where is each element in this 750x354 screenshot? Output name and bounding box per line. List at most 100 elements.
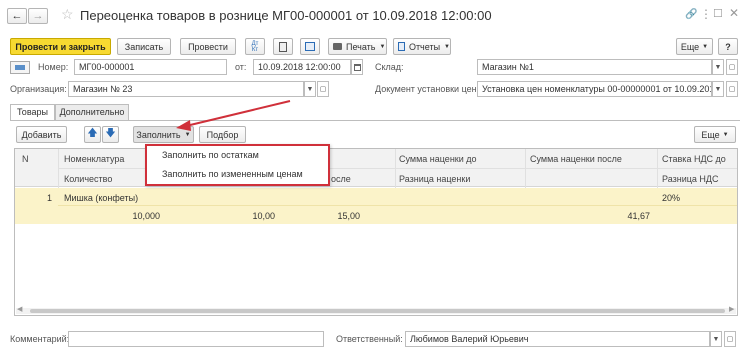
calendar-button[interactable] [351, 59, 363, 75]
row-divider [58, 205, 737, 206]
structure-icon [305, 42, 315, 51]
row-quantity[interactable]: 10,000 [100, 211, 160, 221]
dt-kt-icon: Дт Кт [251, 40, 259, 53]
more-vertical-icon[interactable]: ⋮ [700, 7, 712, 21]
arrow-right-icon: → [32, 10, 44, 22]
org-open-button[interactable]: ▢ [317, 81, 329, 97]
chevron-down-icon: ▼ [379, 43, 386, 50]
move-down-button[interactable]: 🡇 [102, 126, 119, 143]
comment-label: Комментарий: [10, 334, 70, 344]
org-field[interactable]: Магазин № 23 [68, 81, 304, 97]
column-header-markup-diff[interactable]: Разница наценки [399, 174, 470, 184]
responsible-dropdown-button[interactable]: ▼ [710, 331, 722, 347]
fill-menu-item-by-stock[interactable]: Заполнить по остаткам [162, 150, 259, 160]
warehouse-label: Склад: [375, 62, 404, 72]
chevron-down-icon: ▼ [712, 335, 720, 343]
warehouse-dropdown-button[interactable]: ▼ [712, 59, 724, 75]
responsible-field[interactable]: Любимов Валерий Юрьевич [405, 331, 710, 347]
printer-icon [333, 43, 342, 50]
row-number: 1 [46, 193, 52, 203]
help-button[interactable]: ? [718, 38, 738, 55]
price-doc-open-button[interactable]: ▢ [726, 81, 738, 97]
fill-button[interactable]: Заполнить ▼ [133, 126, 194, 143]
arrow-up-icon: 🡅 [87, 128, 98, 139]
column-header-quantity[interactable]: Количество [64, 174, 112, 184]
tab-goods[interactable]: Товары [10, 104, 55, 120]
open-icon: ▢ [728, 86, 736, 93]
tab-additional[interactable]: Дополнительно [55, 104, 129, 120]
chevron-down-icon: ▼ [714, 85, 722, 93]
fill-menu-item-by-changed-prices[interactable]: Заполнить по измененным ценам [162, 169, 303, 179]
row-vat-rate[interactable]: 20% [662, 193, 680, 203]
page-title: Переоценка товаров в рознице МГ00-000001… [80, 8, 492, 23]
responsible-label: Ответственный: [336, 334, 403, 344]
move-up-button[interactable]: 🡅 [84, 126, 101, 143]
responsible-open-button[interactable]: ▢ [724, 331, 736, 347]
arrow-left-icon: ← [11, 10, 23, 22]
date-field[interactable]: 10.09.2018 12:00:00 [253, 59, 351, 75]
favorite-star-icon[interactable]: ☆ [61, 6, 74, 23]
row-price-old[interactable]: 10,00 [215, 211, 275, 221]
add-button[interactable]: Добавить [16, 126, 67, 143]
arrow-down-icon: 🡇 [105, 128, 116, 139]
chevron-down-icon: ▼ [184, 131, 191, 138]
number-field[interactable]: МГ00-000001 [74, 59, 227, 75]
open-icon: ▢ [726, 336, 734, 343]
maximize-icon[interactable]: ☐ [713, 7, 723, 20]
calculator-button[interactable] [273, 38, 293, 55]
chevron-down-icon: ▼ [714, 63, 722, 71]
warehouse-field[interactable]: Магазин №1 [477, 59, 712, 75]
org-label: Организация: [10, 84, 67, 94]
column-header-vat-diff[interactable]: Разница НДС [662, 174, 719, 184]
post-button[interactable]: Провести [180, 38, 236, 55]
structure-button[interactable] [300, 38, 320, 55]
scroll-left-icon[interactable]: ◀ [17, 305, 22, 313]
org-dropdown-button[interactable]: ▼ [304, 81, 316, 97]
more-label: Еще [701, 129, 720, 140]
column-header-n[interactable]: N [22, 154, 29, 164]
post-and-close-button[interactable]: Провести и закрыть [10, 38, 111, 55]
comment-field[interactable] [68, 331, 324, 347]
forward-button[interactable]: → [28, 8, 48, 24]
column-header-price-after[interactable]: осле [331, 174, 351, 184]
row-item[interactable]: Мишка (конфеты) [64, 193, 138, 203]
warehouse-open-button[interactable]: ▢ [726, 59, 738, 75]
price-doc-label: Документ установки цен: [375, 84, 480, 94]
open-icon: ▢ [319, 86, 327, 93]
number-label: Номер: [38, 62, 69, 72]
scrollbar-thumb[interactable] [30, 309, 725, 313]
post-status-icon [10, 61, 30, 74]
price-doc-dropdown-button[interactable]: ▼ [712, 81, 724, 97]
tab-label: Товары [17, 107, 48, 117]
row-markup-diff[interactable]: 41,67 [590, 211, 650, 221]
row-price-new[interactable]: 15,00 [300, 211, 360, 221]
close-icon[interactable]: ✕ [729, 6, 739, 20]
date-label: от: [235, 62, 247, 72]
chevron-down-icon: ▼ [702, 43, 709, 50]
price-doc-field[interactable]: Установка цен номенклатуры 00-00000001 о… [477, 81, 712, 97]
calculator-icon [279, 41, 287, 52]
column-header-markup-before[interactable]: Сумма наценки до [399, 154, 477, 164]
tab-label: Дополнительно [59, 107, 125, 117]
calendar-icon [353, 63, 361, 71]
link-icon[interactable]: 🔗 [685, 9, 697, 20]
reports-label: Отчеты [408, 41, 441, 52]
column-header-markup-after[interactable]: Сумма наценки после [530, 154, 622, 164]
reports-button[interactable]: Отчеты ▼ [393, 38, 451, 55]
select-button[interactable]: Подбор [199, 126, 246, 143]
more-label: Еще [680, 41, 700, 52]
scroll-right-icon[interactable]: ▶ [729, 305, 734, 313]
dt-kt-button[interactable]: Дт Кт [245, 38, 265, 55]
print-button[interactable]: Печать ▼ [328, 38, 387, 55]
open-icon: ▢ [728, 64, 736, 71]
save-button[interactable]: Записать [117, 38, 171, 55]
column-header-vat-before[interactable]: Ставка НДС до [662, 154, 726, 164]
print-label: Печать [346, 41, 376, 52]
back-button[interactable]: ← [7, 8, 27, 24]
reports-icon [398, 42, 405, 51]
column-header-item[interactable]: Номенклатура [64, 154, 124, 164]
chevron-down-icon: ▼ [306, 85, 314, 93]
more-button[interactable]: Еще ▼ [676, 38, 713, 55]
tab-panel-border [10, 120, 740, 121]
table-more-button[interactable]: Еще ▼ [694, 126, 736, 143]
